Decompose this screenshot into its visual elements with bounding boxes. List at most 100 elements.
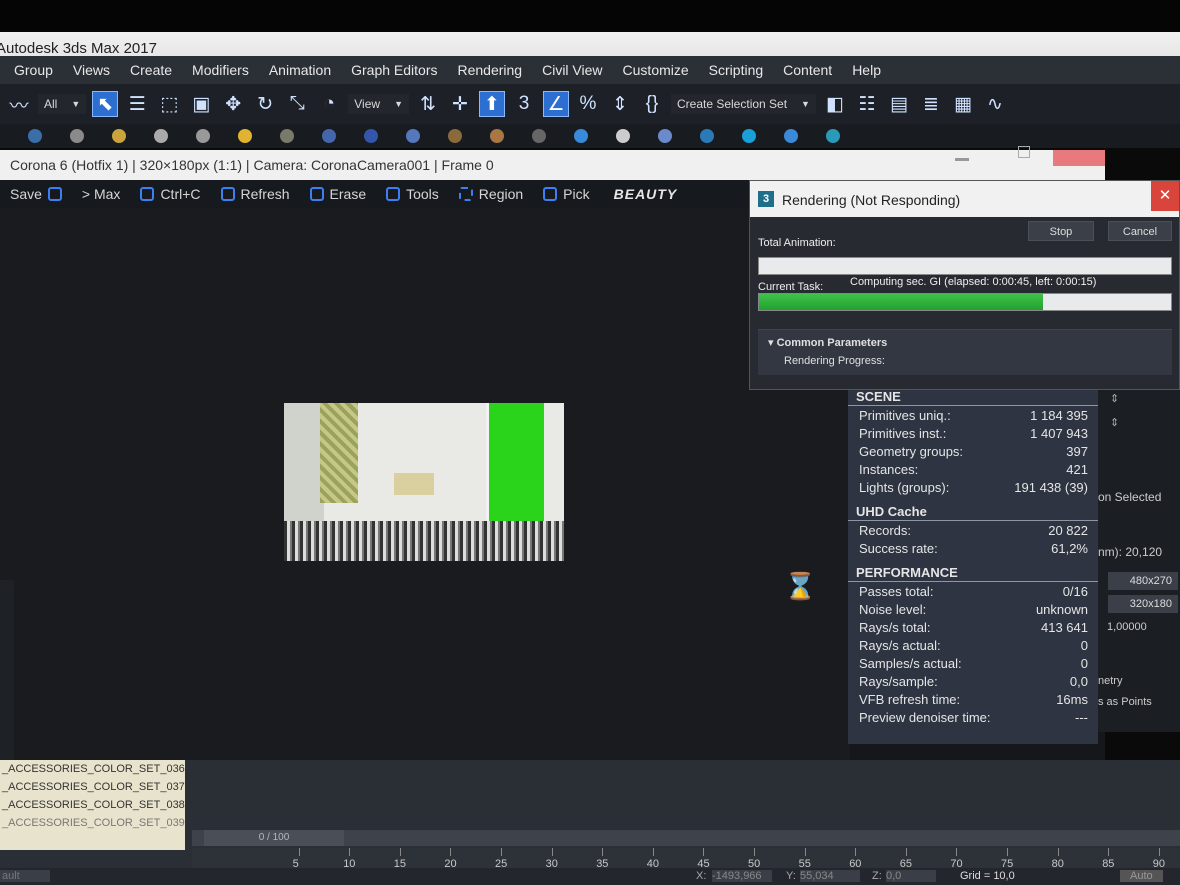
stop-button[interactable]: Stop: [1028, 221, 1094, 241]
sphere-icon[interactable]: [280, 129, 294, 143]
selection-filter-dropdown[interactable]: All ▼: [38, 94, 87, 114]
stats-row: Primitives uniq.: 1 184 395: [859, 408, 1088, 423]
save-button[interactable]: Save: [0, 186, 72, 202]
render-icon[interactable]: [28, 129, 42, 143]
move-icon[interactable]: ✥: [220, 91, 246, 117]
menu-group[interactable]: Group: [0, 62, 63, 78]
plant-icon[interactable]: [448, 129, 462, 143]
sphere-icon[interactable]: [70, 129, 84, 143]
erase-button[interactable]: Erase: [300, 186, 377, 202]
rotate-icon[interactable]: ↻: [252, 91, 278, 117]
curve-editor-icon[interactable]: ∿: [982, 91, 1008, 117]
minimize-button[interactable]: [955, 158, 969, 161]
sphere-icon[interactable]: [742, 129, 756, 143]
named-selection-dropdown[interactable]: Create Selection Set ▼: [670, 94, 816, 114]
menu-civil-view[interactable]: Civil View: [532, 62, 612, 78]
mirror-icon[interactable]: ◧: [822, 91, 848, 117]
close-icon[interactable]: ✕: [1151, 181, 1179, 211]
menu-modifiers[interactable]: Modifiers: [182, 62, 259, 78]
x-coordinate-field[interactable]: -1493,966: [712, 870, 772, 882]
list-item[interactable]: _ACCESSORIES_COLOR_SET_036: [0, 760, 185, 778]
pick-button[interactable]: Pick: [533, 186, 599, 202]
track-bar[interactable]: [192, 848, 1180, 870]
placement-icon[interactable]: ◔: [316, 91, 342, 117]
refresh-button[interactable]: Refresh: [211, 186, 300, 202]
rendering-progress-dialog: 3 Rendering (Not Responding) ✕ Total Ani…: [749, 180, 1180, 390]
graphite-toolbar-icon[interactable]: ▦: [950, 91, 976, 117]
copy-button[interactable]: Ctrl+C: [130, 186, 210, 202]
light-icon[interactable]: [238, 129, 252, 143]
spinner-snap-icon[interactable]: ⇕: [607, 91, 633, 117]
sphere-icon[interactable]: [532, 129, 546, 143]
list-item[interactable]: _ACCESSORIES_COLOR_SET_039: [0, 814, 185, 832]
timeline-tick: [1007, 848, 1008, 856]
grid-icon[interactable]: [616, 129, 630, 143]
gear-icon[interactable]: [406, 129, 420, 143]
percent-snap-icon[interactable]: %: [575, 91, 601, 117]
rectangular-selection-icon[interactable]: ⬚: [156, 91, 182, 117]
camera-icon[interactable]: [364, 129, 378, 143]
sphere-icon[interactable]: [154, 129, 168, 143]
maximize-button[interactable]: [1018, 146, 1030, 158]
keyboard-shortcut-icon[interactable]: ⬆: [478, 91, 505, 117]
resolution-preset-2[interactable]: 320x180: [1108, 595, 1178, 613]
edit-named-selection-icon[interactable]: {}: [639, 91, 665, 117]
material-icon[interactable]: [574, 129, 588, 143]
menu-create[interactable]: Create: [120, 62, 182, 78]
target-icon[interactable]: [700, 129, 714, 143]
auto-key-button[interactable]: Auto: [1120, 870, 1163, 882]
timeline-tick: [905, 848, 907, 856]
eye-icon[interactable]: [826, 129, 840, 143]
window-crossing-icon[interactable]: ▣: [188, 91, 214, 117]
rollout-title: Common Parameters: [776, 337, 888, 349]
resolution-preset-1[interactable]: 480x270: [1108, 572, 1178, 590]
y-coordinate-field[interactable]: 55,034: [800, 870, 860, 882]
cancel-button[interactable]: Cancel: [1108, 221, 1172, 241]
menu-graph-editors[interactable]: Graph Editors: [341, 62, 447, 78]
aspect-value: 1,00000: [1107, 621, 1147, 633]
list-item[interactable]: _ACCESSORIES_COLOR_SET_037: [0, 778, 185, 796]
common-parameters-rollout[interactable]: ▾ Common Parameters Rendering Progress:: [758, 329, 1172, 375]
menu-animation[interactable]: Animation: [259, 62, 341, 78]
pivot-icon[interactable]: ⇅: [415, 91, 441, 117]
select-by-name-icon[interactable]: ☰: [124, 91, 150, 117]
bind-spacewarp-icon[interactable]: 〰: [6, 91, 32, 117]
manipulate-icon[interactable]: ✛: [447, 91, 473, 117]
menu-scripting[interactable]: Scripting: [699, 62, 773, 78]
reference-coordinate-dropdown[interactable]: View ▼: [348, 94, 409, 114]
sun-icon[interactable]: [112, 129, 126, 143]
z-coordinate-field[interactable]: 0,0: [886, 870, 936, 882]
snaps-toggle-icon[interactable]: 3: [511, 91, 537, 117]
select-object-icon[interactable]: ⬉: [92, 91, 119, 117]
time-slider[interactable]: 0 / 100: [192, 830, 1180, 846]
layer-explorer-icon[interactable]: ≣: [918, 91, 944, 117]
layer-dropdown[interactable]: ault: [0, 870, 50, 882]
render-pass-selector[interactable]: BEAUTY: [600, 186, 678, 202]
menu-content[interactable]: Content: [773, 62, 842, 78]
scale-icon[interactable]: ⤡: [284, 91, 310, 117]
save-label: Save: [10, 186, 42, 202]
erase-icon: [309, 187, 324, 201]
tools-button[interactable]: Tools: [376, 186, 449, 202]
angle-snap-icon[interactable]: ∠: [542, 91, 569, 117]
spinner-icon[interactable]: ⇕: [1110, 416, 1119, 429]
menu-rendering[interactable]: Rendering: [447, 62, 532, 78]
close-button[interactable]: [1053, 150, 1105, 166]
list-item[interactable]: _ACCESSORIES_COLOR_SET_038: [0, 796, 185, 814]
shell-icon[interactable]: [490, 129, 504, 143]
menu-views[interactable]: Views: [63, 62, 120, 78]
geometry-option-label: netry: [1098, 675, 1123, 687]
rollout-header[interactable]: ▾ Common Parameters: [758, 330, 1172, 349]
cone-icon[interactable]: [196, 129, 210, 143]
particles-icon[interactable]: [322, 129, 336, 143]
region-button[interactable]: Region: [449, 186, 533, 202]
spinner-icon[interactable]: ⇕: [1110, 392, 1119, 405]
to-max-button[interactable]: > Max: [72, 186, 131, 202]
align-icon[interactable]: ☷: [854, 91, 880, 117]
time-slider-thumb[interactable]: 0 / 100: [204, 830, 344, 846]
bottle-icon[interactable]: [658, 129, 672, 143]
scene-explorer-icon[interactable]: ▤: [886, 91, 912, 117]
gear-icon[interactable]: [784, 129, 798, 143]
menu-help[interactable]: Help: [842, 62, 891, 78]
menu-customize[interactable]: Customize: [613, 62, 699, 78]
